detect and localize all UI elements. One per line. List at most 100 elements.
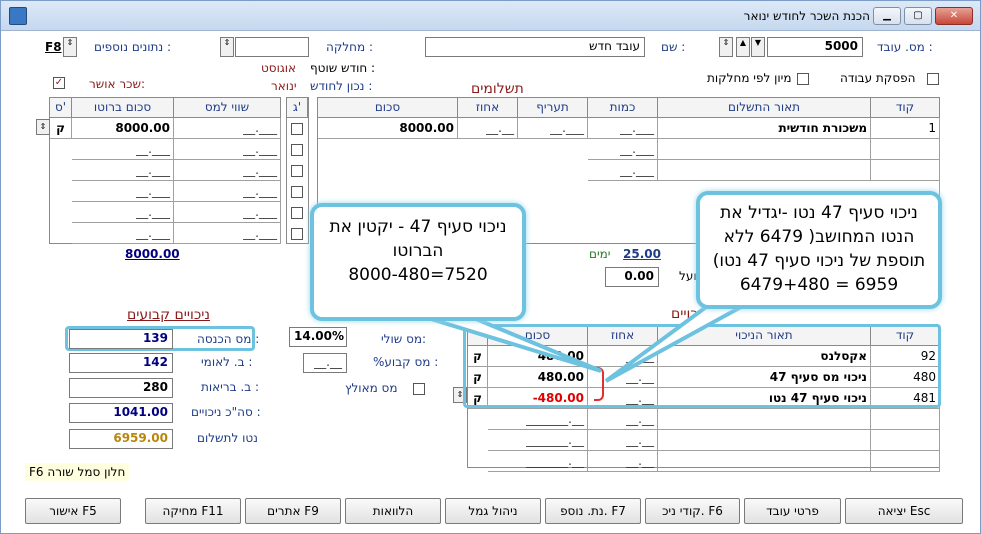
gross-amount-cell[interactable]: 8000.00 (72, 118, 174, 139)
close-icon: ✕ (949, 10, 959, 21)
total-deductions-input: 1041.00 (69, 403, 173, 423)
alerts-button[interactable]: אתרים F9 (245, 498, 341, 524)
g-checkbox[interactable] (291, 186, 303, 198)
s-cell[interactable]: ק (50, 118, 72, 139)
table-cell[interactable]: __.__ (588, 409, 658, 430)
window-title: הכנת השכר לחודש ינואר (743, 9, 870, 23)
deduction-codes-button[interactable]: קודי ניכ. F6 (645, 498, 740, 524)
right-callout-line: 6479+480 = 6959 (739, 275, 899, 295)
table-cell[interactable]: __.___ (174, 160, 281, 181)
minimize-button[interactable]: ▁ (873, 7, 901, 25)
provident-fund-button[interactable]: ניהול גמל (445, 498, 541, 524)
table-cell[interactable]: __.___ (72, 223, 174, 244)
total-deductions-label: סה"כ ניכויים : (191, 405, 261, 419)
table-cell[interactable]: __.___ (174, 202, 281, 223)
left-callout-line: הברוטו (392, 241, 444, 261)
table-cell[interactable]: __.__ (588, 430, 658, 451)
right-callout-line: (תוספת של ניכוי סעיף 47 נטו (712, 251, 926, 271)
table-cell[interactable]: __.___ (72, 160, 174, 181)
table-row[interactable] (658, 409, 871, 430)
table-cell[interactable]: __.___ (588, 160, 658, 181)
payment-code[interactable]: 1 (871, 118, 940, 139)
table-row[interactable] (658, 430, 871, 451)
sort-by-dept-checkbox[interactable] (797, 73, 809, 85)
payments-section-title: תשלומים (471, 81, 524, 97)
table-cell[interactable]: __.___ (72, 139, 174, 160)
current-month-label: חודש שוטף : (310, 61, 376, 75)
left-callout-pointer (430, 317, 602, 373)
national-ins-input[interactable]: 142 (69, 353, 173, 373)
table-cell[interactable]: _______.__ (488, 430, 588, 451)
left-callout-line: 8000-480=7520 (348, 265, 488, 285)
app-icon (9, 7, 27, 25)
table-row[interactable] (658, 160, 871, 181)
payroll-window: הכנת השכר לחודש ינואר ▁ ▢ ✕ מס. עובד : 5… (0, 0, 981, 534)
payment-qty[interactable]: __.___ (588, 118, 658, 139)
table-cell[interactable]: __.___ (174, 223, 281, 244)
close-button[interactable]: ✕ (935, 7, 973, 25)
table-cell[interactable]: __.___ (72, 181, 174, 202)
col-qty-header: כמות (588, 98, 658, 118)
table-row[interactable] (871, 409, 940, 430)
table-row[interactable] (658, 139, 871, 160)
approved-salary-checkbox[interactable]: ✓ (53, 77, 65, 89)
table-cell[interactable]: _______.__ (488, 451, 588, 472)
income-tax-input[interactable]: 139 (69, 329, 173, 349)
income-tax-label: מס הכנסה : (197, 332, 260, 346)
table-row[interactable] (871, 430, 940, 451)
table-cell[interactable]: __.___ (72, 202, 174, 223)
col-rate-header: תעריף (518, 98, 588, 118)
title-bar: הכנת השכר לחודש ינואר ▁ ▢ ✕ (1, 1, 980, 31)
gross-total: 8000.00 (125, 247, 180, 261)
payment-desc[interactable]: משכורת חודשית (658, 118, 871, 139)
payment-pct[interactable]: __.__ (458, 118, 518, 139)
table-row[interactable] (658, 451, 871, 472)
left-callout-line: ניכוי סעיף 47 - יקטין את (329, 217, 507, 237)
minimize-icon: ▁ (883, 10, 891, 21)
table-row[interactable] (871, 139, 940, 160)
department-label: מחלקה : (326, 40, 374, 54)
extra-data-button[interactable]: נת. נוספ. F7 (545, 498, 641, 524)
table-row[interactable] (871, 451, 940, 472)
employee-prev-button[interactable]: ▲ (736, 37, 750, 57)
f6-hint: F6 חלון סמל שורה (25, 463, 130, 481)
gross-grid: שווי למס סכום ברוטו ס' __.___ 8000.00 ק … (49, 97, 281, 244)
approve-button[interactable]: אישור F5 (25, 498, 121, 524)
table-cell[interactable]: __.___ (588, 139, 658, 160)
department-input[interactable] (235, 37, 309, 57)
employee-next-button[interactable]: ▼ (751, 37, 765, 57)
table-cell[interactable]: __.__ (588, 451, 658, 472)
g-checkbox[interactable] (291, 165, 303, 177)
g-checkbox[interactable] (291, 144, 303, 156)
stop-work-label: הפסקת עבודה (840, 71, 916, 85)
table-row[interactable] (871, 160, 940, 181)
table-cell[interactable]: __.___ (174, 139, 281, 160)
table-cell[interactable]: _______.__ (488, 409, 588, 430)
employee-scroll-button[interactable]: ⇕ (719, 37, 733, 57)
row-scroll-button[interactable]: ⇕ (36, 119, 50, 135)
employee-no-input[interactable]: 5000 (767, 37, 863, 57)
stop-work-checkbox[interactable] (927, 73, 939, 85)
health-ins-input[interactable]: 280 (69, 378, 173, 398)
col-amount-header: סכום (318, 98, 458, 118)
left-callout: ניכוי סעיף 47 - יקטין את הברוטו 8000-480… (310, 203, 526, 321)
extra-data-scroll-button[interactable]: ⇕ (63, 37, 77, 57)
loans-button[interactable]: הלוואות (345, 498, 441, 524)
payment-amount[interactable]: 8000.00 (318, 118, 458, 139)
table-cell[interactable]: __.___ (174, 181, 281, 202)
employee-details-button[interactable]: פרטי עובד (744, 498, 841, 524)
exit-button[interactable]: יציאה Esc (845, 498, 963, 524)
extra-data-key[interactable]: F8 (45, 40, 62, 54)
payment-rate[interactable]: __.___ (518, 118, 588, 139)
net-to-pay-input: 6959.00 (69, 429, 173, 449)
net-to-pay-label: נטו לתשלום (197, 431, 258, 445)
maximize-button[interactable]: ▢ (904, 7, 932, 25)
value-tax-cell[interactable]: __.___ (174, 118, 281, 139)
department-scroll-button[interactable]: ⇕ (220, 37, 234, 57)
fixed-deductions-title: ניכויים קבועים (127, 307, 210, 323)
maximize-icon: ▢ (913, 10, 923, 21)
g-checkbox[interactable] (291, 123, 303, 135)
delete-button[interactable]: מחיקה F11 (145, 498, 241, 524)
name-input[interactable]: עובד חדש (425, 37, 645, 57)
national-ins-label: ב. לאומי : (201, 355, 253, 369)
